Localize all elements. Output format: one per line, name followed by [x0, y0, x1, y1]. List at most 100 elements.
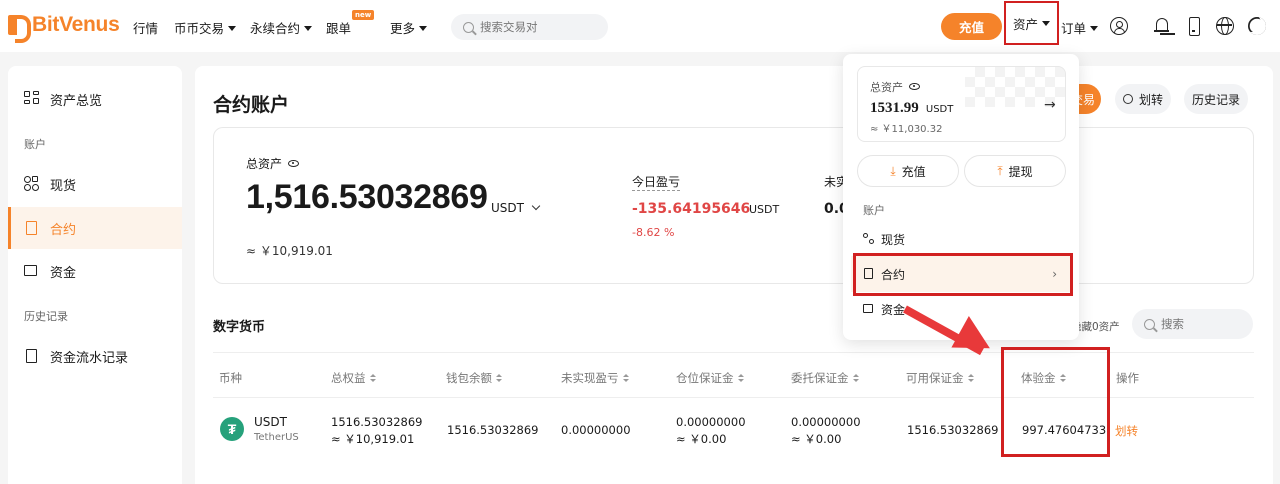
- sidebar-item-label: 资金流水记录: [50, 350, 129, 366]
- pnl-percent: -8.62 %: [632, 226, 675, 239]
- sidebar-item-spot[interactable]: 现货: [8, 163, 182, 205]
- asset-search[interactable]: [1132, 309, 1253, 339]
- nav-orders-label: 订单: [1061, 21, 1087, 36]
- pair-search-input[interactable]: [480, 20, 590, 34]
- assets-dropdown: 总资产 1531.99 USDT ≈ ￥11,030.32 → ⤓ 充值 ⤒ 提…: [843, 54, 1079, 340]
- sort-icon: [369, 374, 376, 383]
- dropdown-total-card[interactable]: 总资产 1531.99 USDT ≈ ￥11,030.32 →: [857, 66, 1066, 142]
- unit-selector[interactable]: USDT: [491, 201, 541, 215]
- sidebar: 资产总览 账户 现货 合约 资金 历史记录 资金流水记录: [8, 66, 182, 484]
- col-available[interactable]: 可用保证金: [906, 370, 974, 386]
- total-assets-label: 总资产: [246, 155, 300, 172]
- history-button[interactable]: 历史记录: [1184, 84, 1248, 114]
- col-unrealized-label: 未实现盈亏: [561, 371, 619, 385]
- deposit-button[interactable]: 充值: [941, 13, 1002, 40]
- bitvenus-logo[interactable]: BitVenus: [8, 13, 120, 43]
- unit-label: USDT: [491, 201, 524, 215]
- tether-icon: ₮: [220, 417, 244, 441]
- sort-icon: [852, 374, 859, 383]
- dropdown-total-value-row: 1531.99 USDT: [870, 100, 953, 117]
- sidebar-item-label: 现货: [50, 178, 77, 194]
- col-unrealized[interactable]: 未实现盈亏: [561, 370, 629, 386]
- pnl-value: -135.64195646: [632, 201, 751, 217]
- dropdown-deposit-button[interactable]: ⤓ 充值: [857, 155, 959, 187]
- download-icon: ⤓: [890, 163, 896, 178]
- upload-icon: ⤒: [997, 163, 1003, 178]
- equity-approx: ≈ ￥10,919.01: [331, 432, 415, 446]
- crypto-section-title: 数字货币: [213, 320, 266, 335]
- col-equity[interactable]: 总权益: [331, 370, 376, 386]
- caret-down-icon: [1090, 26, 1099, 31]
- nav-market[interactable]: 行情: [133, 18, 158, 37]
- dropdown-deposit-label: 充值: [901, 164, 926, 179]
- new-badge: new: [352, 10, 375, 20]
- nav-orders[interactable]: 订单: [1061, 18, 1099, 37]
- sidebar-item-futures[interactable]: 合约: [8, 207, 182, 249]
- moon-icon[interactable]: [1248, 17, 1266, 35]
- eye-icon[interactable]: [288, 160, 300, 167]
- wallet-value: 1516.53032869: [447, 423, 539, 437]
- mobile-app-icon[interactable]: [1185, 17, 1203, 36]
- row-transfer-link[interactable]: 划转: [1115, 423, 1138, 439]
- dropdown-total-label-text: 总资产: [870, 81, 903, 94]
- nav-perpetual-label: 永续合约: [250, 21, 301, 36]
- pair-search[interactable]: [451, 14, 608, 40]
- logo-text: BitVenus: [32, 13, 120, 36]
- col-available-label: 可用保证金: [906, 371, 964, 385]
- sidebar-item-label: 合约: [50, 222, 77, 238]
- sidebar-section-history: 历史记录: [24, 310, 68, 323]
- dropdown-section-account: 账户: [863, 204, 885, 217]
- spot-icon: [24, 176, 40, 192]
- col-position-margin-label: 仓位保证金: [676, 371, 734, 385]
- globe-icon[interactable]: [1216, 17, 1234, 35]
- transfer-button[interactable]: 划转: [1115, 84, 1171, 114]
- caret-down-icon: [1042, 20, 1050, 26]
- col-equity-label: 总权益: [331, 371, 366, 385]
- dropdown-item-label: 资金: [881, 302, 906, 317]
- user-icon[interactable]: [1110, 17, 1128, 35]
- position-margin-approx: ≈ ￥0.00: [676, 432, 727, 446]
- spot-icon: [863, 233, 875, 245]
- nav-assets[interactable]: 资产: [1004, 1, 1059, 45]
- highlight-bonus-column: [1001, 347, 1110, 457]
- wallet-icon: [863, 303, 875, 315]
- search-icon: [463, 21, 474, 33]
- nav-assets-label: 资产: [1012, 16, 1038, 32]
- sidebar-item-overview[interactable]: 资产总览: [8, 78, 182, 120]
- sort-icon: [622, 374, 629, 383]
- sidebar-section-account: 账户: [24, 138, 46, 151]
- position-margin-value: 0.00000000: [676, 415, 746, 429]
- nav-copy-trading[interactable]: 跟单: [326, 18, 351, 37]
- dropdown-withdraw-button[interactable]: ⤒ 提现: [964, 155, 1066, 187]
- sidebar-item-ledger[interactable]: 资金流水记录: [8, 335, 182, 377]
- asset-search-input[interactable]: [1161, 317, 1241, 331]
- nav-perpetual[interactable]: 永续合约: [250, 18, 313, 37]
- available-margin-value: 1516.53032869: [907, 423, 999, 437]
- highlight-futures-item: [853, 253, 1073, 296]
- page-title: 合约账户: [213, 94, 290, 116]
- sidebar-item-label: 资产总览: [50, 93, 103, 109]
- wallet-icon: [24, 263, 40, 279]
- pnl-label: 今日盈亏: [632, 175, 681, 191]
- transfer-icon: [1122, 94, 1133, 104]
- col-order-margin-label: 委托保证金: [791, 371, 849, 385]
- caret-down-icon: [228, 26, 237, 31]
- col-wallet[interactable]: 钱包余额: [446, 370, 502, 386]
- chevron-down-icon: [531, 201, 541, 211]
- col-order-margin[interactable]: 委托保证金: [791, 370, 859, 386]
- dropdown-item-spot[interactable]: 现货: [851, 221, 1071, 257]
- total-assets-approx: ≈ ￥10,919.01: [246, 244, 333, 258]
- dropdown-item-funding[interactable]: 资金: [851, 291, 1071, 327]
- total-assets-value: 1,516.53032869: [246, 178, 488, 216]
- equity-value: 1516.53032869: [331, 415, 423, 429]
- unrealized-pnl-value: 0.00000000: [561, 423, 631, 437]
- bell-icon[interactable]: [1153, 17, 1171, 35]
- nav-more-label: 更多: [390, 21, 416, 36]
- sidebar-item-funding[interactable]: 资金: [8, 250, 182, 292]
- col-actions: 操作: [1116, 371, 1139, 385]
- dropdown-total-approx: ≈ ￥11,030.32: [870, 124, 943, 135]
- eye-icon[interactable]: [909, 83, 920, 90]
- col-position-margin[interactable]: 仓位保证金: [676, 370, 744, 386]
- nav-more[interactable]: 更多: [390, 18, 428, 37]
- nav-spot-trading[interactable]: 币币交易: [174, 18, 237, 37]
